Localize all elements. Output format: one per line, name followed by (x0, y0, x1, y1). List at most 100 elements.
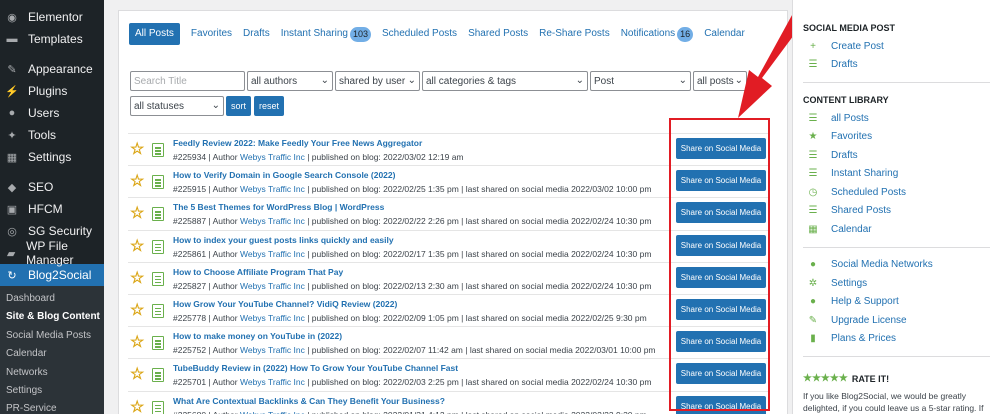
sidebar-link[interactable]: ✎ Upgrade License (803, 311, 990, 330)
sidebar-link[interactable]: ▮ Plans & Prices (803, 330, 990, 349)
star-icon[interactable]: ☆ (130, 270, 144, 287)
post-id: #225915 (173, 184, 207, 195)
menu-label: Plugins (28, 84, 68, 98)
sidebar-link[interactable]: ★ Favorites (803, 128, 990, 147)
sidebar-link-label: Drafts (831, 149, 858, 161)
sidebar-link[interactable]: ☰ Shared Posts (803, 202, 990, 221)
star-icon[interactable]: ☆ (130, 302, 144, 319)
document-icon[interactable] (152, 207, 164, 222)
menu-item-users[interactable]: ● Users (0, 102, 104, 124)
post-title-link[interactable]: How Grow Your YouTube Channel? VidiQ Rev… (173, 299, 397, 309)
sidebar-link[interactable]: ✲ Settings (803, 274, 990, 293)
post-type-select[interactable]: Post ⌄ (590, 71, 691, 91)
submenu-pr-service[interactable]: PR-Service (0, 400, 104, 414)
post-author-link[interactable]: Webys Traffic Inc (240, 152, 305, 162)
sidebar-link[interactable]: + Create Post (803, 37, 990, 56)
sidebar-link[interactable]: ☰ all Posts (803, 109, 990, 128)
star-icon[interactable]: ☆ (130, 238, 144, 255)
sidebar-link[interactable]: ● Help & Support (803, 293, 990, 312)
menu-item-blog2social[interactable]: ↻ Blog2Social (0, 264, 104, 286)
statuses-select[interactable]: all statuses ⌄ (130, 96, 224, 116)
reset-button[interactable]: reset (254, 96, 285, 116)
post-title-link[interactable]: Feedly Review 2022: Make Feedly Your Fre… (173, 138, 422, 148)
menu-item-wp-file-manager[interactable]: ▰ WP File Manager (0, 239, 104, 267)
post-author-link[interactable]: Webys Traffic Inc (240, 249, 305, 259)
file-manager-icon: ▰ (6, 247, 16, 260)
star-icon[interactable]: ☆ (130, 206, 144, 222)
post-author-link[interactable]: Webys Traffic Inc (240, 216, 305, 226)
document-icon[interactable] (152, 303, 164, 318)
post-title-link[interactable]: The 5 Best Themes for WordPress Blog | W… (173, 202, 384, 212)
menu-item-elementor[interactable]: ◉ Elementor (0, 6, 104, 28)
post-author-link[interactable]: Webys Traffic Inc (240, 184, 305, 194)
tab-favorites[interactable]: Favorites (191, 23, 232, 45)
submenu-calendar[interactable]: Calendar (0, 345, 104, 363)
post-author-link[interactable]: Webys Traffic Inc (240, 313, 305, 323)
star-icon[interactable]: ☆ (130, 174, 144, 190)
rate-heading: ★★★★★ RATE IT! (803, 373, 990, 384)
star-icon[interactable]: ☆ (130, 367, 144, 383)
sidebar-link[interactable]: ◷ Scheduled Posts (803, 183, 990, 202)
post-title-link[interactable]: TubeBuddy Review in (2022) How To Grow Y… (173, 363, 458, 373)
tab-instant-sharing[interactable]: Instant Sharing 103 (281, 23, 371, 45)
post-title-link[interactable]: How to make money on YouTube in (2022) (173, 331, 342, 341)
sort-button[interactable]: sort (226, 96, 252, 116)
post-meta: #225752 | Author Webys Traffic Inc | pub… (173, 345, 656, 356)
post-author-link[interactable]: Webys Traffic Inc (240, 281, 305, 291)
tab-scheduled-posts[interactable]: Scheduled Posts (382, 23, 457, 45)
sidebar-link[interactable]: ● Social Media Networks (803, 256, 990, 275)
sidebar-link[interactable]: ▦ Calendar (803, 220, 990, 239)
document-icon[interactable] (152, 239, 164, 254)
post-title-link[interactable]: How to Choose Affiliate Program That Pay (173, 267, 343, 277)
star-icon[interactable]: ☆ (130, 142, 144, 158)
sidebar-link-label: Plans & Prices (831, 333, 897, 345)
post-meta: #225701 | Author Webys Traffic Inc | pub… (173, 377, 652, 388)
star-icon[interactable]: ☆ (130, 335, 144, 351)
document-icon[interactable] (152, 175, 164, 190)
post-title-link[interactable]: How to Verify Domain in Google Search Co… (173, 170, 395, 180)
post-title-link[interactable]: What Are Contextual Backlinks & Can They… (173, 396, 445, 406)
menu-item-settings[interactable]: ▦ Settings (0, 146, 104, 168)
menu-item-appearance[interactable]: ✎ Appearance (0, 58, 104, 80)
submenu-site-blog-content[interactable]: Site & Blog Content (0, 308, 104, 326)
post-author-link[interactable]: Webys Traffic Inc (240, 377, 305, 387)
search-input[interactable]: Search Title (130, 71, 245, 91)
tab-all-posts[interactable]: All Posts (129, 23, 180, 45)
author-prefix: Author (212, 152, 238, 162)
categories-select[interactable]: all categories & tags ⌄ (422, 71, 588, 91)
select-value: all statuses (134, 100, 185, 112)
tab-drafts[interactable]: Drafts (243, 23, 270, 45)
menu-item-plugins[interactable]: ⚡ Plugins (0, 80, 104, 102)
tab-reshare-posts[interactable]: Re-Share Posts (539, 23, 610, 45)
menu-label: SG Security (28, 224, 93, 238)
tab-notifications[interactable]: Notifications 16 (621, 23, 694, 45)
submenu-social-media-posts[interactable]: Social Media Posts (0, 327, 104, 345)
post-title-link[interactable]: How to index your guest posts links quic… (173, 235, 394, 245)
menu-item-seo[interactable]: ◆ SEO (0, 176, 104, 198)
sidebar-link[interactable]: ☰ Drafts (803, 146, 990, 165)
tab-shared-posts[interactable]: Shared Posts (468, 23, 528, 45)
sidebar-link[interactable]: ☰ Instant Sharing (803, 165, 990, 184)
shared-by-select[interactable]: shared by user ⌄ (335, 71, 420, 91)
menu-item-tools[interactable]: ✦ Tools (0, 124, 104, 146)
document-icon[interactable] (152, 400, 164, 414)
post-published: published on blog: 2022/02/09 1:05 pm (311, 312, 459, 323)
submenu-dashboard[interactable]: Dashboard (0, 290, 104, 308)
post-last-shared: last shared on social media 2022/02/24 1… (465, 280, 652, 291)
submenu-networks[interactable]: Networks (0, 364, 104, 382)
document-icon[interactable] (152, 143, 164, 157)
menu-label: SEO (28, 180, 54, 194)
post-author-link[interactable]: Webys Traffic Inc (240, 410, 305, 414)
menu-item-templates[interactable]: ▬ Templates (0, 28, 104, 50)
authors-select[interactable]: all authors ⌄ (247, 71, 333, 91)
sidebar-link[interactable]: ☰ Drafts (803, 56, 990, 75)
menu-item-hfcm[interactable]: ▣ HFCM (0, 198, 104, 220)
submenu-settings[interactable]: Settings (0, 382, 104, 400)
document-icon[interactable] (152, 336, 164, 351)
author-prefix: Author (212, 280, 238, 291)
document-icon[interactable] (152, 368, 164, 383)
post-author-link[interactable]: Webys Traffic Inc (240, 345, 305, 355)
document-icon[interactable] (152, 271, 164, 286)
gear-icon: ✲ (808, 277, 818, 289)
star-icon[interactable]: ☆ (130, 399, 144, 414)
